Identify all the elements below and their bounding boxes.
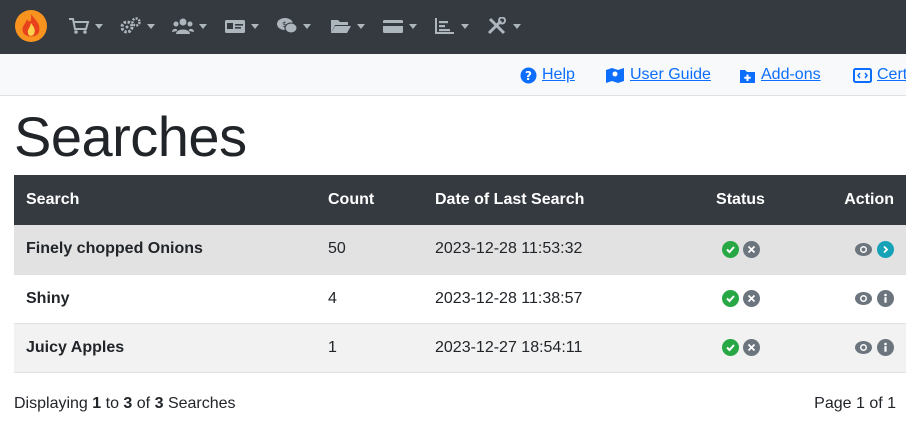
- date-cell: 2023-12-28 11:38:57: [423, 274, 678, 324]
- status-cell: [678, 323, 803, 373]
- addons-link[interactable]: Add-ons: [739, 66, 821, 84]
- nav-payments-menu[interactable]: [382, 15, 417, 37]
- page-title: Searches: [14, 105, 247, 168]
- info-icon[interactable]: [877, 289, 894, 307]
- count-cell: 1: [316, 323, 423, 373]
- status-cell: [678, 225, 803, 275]
- status-cell: [678, 274, 803, 324]
- chevron-down-icon: [251, 23, 259, 29]
- question-circle-icon: ?: [520, 67, 537, 83]
- gears-icon: [120, 17, 141, 34]
- chevron-down-icon: [303, 23, 311, 29]
- addons-link-label[interactable]: Add-ons: [761, 66, 821, 84]
- logo-flame-icon[interactable]: [14, 9, 48, 43]
- chevron-down-icon: [461, 23, 469, 29]
- user-guide-link[interactable]: User Guide: [605, 66, 711, 84]
- table-row[interactable]: Shiny 4 2023-12-28 11:38:57: [14, 274, 906, 324]
- column-header-count[interactable]: Count: [316, 175, 423, 225]
- times-circle-icon[interactable]: [742, 289, 760, 307]
- times-circle-icon[interactable]: [742, 240, 760, 258]
- nav-users-menu[interactable]: [172, 15, 207, 37]
- cert-link-label[interactable]: Cert: [877, 66, 906, 84]
- eye-icon[interactable]: [854, 241, 873, 258]
- times-circle-icon[interactable]: [742, 338, 760, 356]
- table-row[interactable]: Juicy Apples 1 2023-12-27 18:54:11: [14, 323, 906, 373]
- nav-sales-menu[interactable]: $: [276, 15, 311, 37]
- page-indicator: Page 1 of 1: [814, 395, 896, 412]
- date-cell: 2023-12-27 18:54:11: [423, 323, 678, 373]
- folder-open-icon: [331, 20, 351, 33]
- svg-text:$: $: [282, 20, 287, 29]
- column-header-date[interactable]: Date of Last Search: [423, 175, 678, 225]
- chevron-down-icon: [95, 23, 103, 29]
- count-cell: 50: [316, 225, 423, 275]
- nav-reports-menu[interactable]: [434, 15, 469, 37]
- secondary-links-bar: ? Help User Guide Add-ons Cert: [0, 54, 906, 96]
- info-icon[interactable]: [877, 338, 894, 356]
- nav-cart-menu[interactable]: [68, 15, 103, 37]
- noun-label: Searches: [167, 395, 236, 412]
- pagination-summary: Displaying 1 to 3 of 3 Searches: [14, 395, 236, 413]
- help-link[interactable]: ? Help: [520, 66, 575, 84]
- chevron-down-icon: [513, 23, 521, 29]
- tools-icon: [487, 17, 506, 35]
- nav-settings-menu[interactable]: [120, 15, 155, 37]
- id-card-icon: [225, 20, 245, 33]
- plus-square-icon: [740, 69, 755, 83]
- of-label: of: [136, 395, 151, 412]
- check-circle-icon[interactable]: [721, 240, 739, 258]
- eye-icon[interactable]: [854, 339, 873, 356]
- user-guide-link-label[interactable]: User Guide: [630, 66, 711, 84]
- range-from: 1: [92, 395, 102, 412]
- help-link-label[interactable]: Help: [542, 66, 575, 84]
- table-header-row: Search Count Date of Last Search Status …: [14, 175, 906, 225]
- check-circle-icon[interactable]: [721, 289, 739, 307]
- credit-card-icon: [383, 20, 403, 33]
- users-icon: [172, 18, 194, 34]
- nav-files-menu[interactable]: [330, 15, 365, 37]
- total-count: 3: [154, 395, 164, 412]
- column-header-action: Action: [803, 175, 906, 225]
- svg-text:?: ?: [525, 69, 532, 83]
- chevron-down-icon: [357, 23, 365, 29]
- action-cell: [803, 323, 906, 373]
- column-header-status: Status: [678, 175, 803, 225]
- check-circle-icon[interactable]: [721, 338, 739, 356]
- nav-tools-menu[interactable]: [486, 15, 521, 37]
- search-name-cell: Shiny: [14, 274, 316, 324]
- eye-icon[interactable]: [854, 290, 873, 307]
- table-row[interactable]: Finely chopped Onions 50 2023-12-28 11:5…: [14, 225, 906, 275]
- top-navbar: $: [0, 0, 906, 54]
- chevron-down-icon: [147, 23, 155, 29]
- comments-dollar-icon: $: [277, 18, 298, 34]
- action-cell: [803, 274, 906, 324]
- to-label: to: [105, 395, 119, 412]
- cert-link[interactable]: Cert: [853, 66, 906, 84]
- chevron-down-icon: [199, 23, 207, 29]
- search-name-cell: Finely chopped Onions: [14, 225, 316, 275]
- map-icon: [606, 67, 624, 83]
- column-header-search[interactable]: Search: [14, 175, 316, 225]
- date-cell: 2023-12-28 11:53:32: [423, 225, 678, 275]
- search-name-cell: Juicy Apples: [14, 323, 316, 373]
- count-cell: 4: [316, 274, 423, 324]
- displaying-label: Displaying: [14, 395, 88, 412]
- chevron-down-icon: [409, 23, 417, 29]
- cart-icon: [69, 18, 90, 34]
- action-cell: [803, 225, 906, 275]
- chevron-right-icon[interactable]: [877, 240, 894, 258]
- searches-table: Search Count Date of Last Search Status …: [14, 175, 906, 373]
- certificate-icon: [853, 67, 872, 83]
- chart-bar-icon: [435, 18, 454, 34]
- nav-cards-menu[interactable]: [224, 15, 259, 37]
- range-to: 3: [123, 395, 133, 412]
